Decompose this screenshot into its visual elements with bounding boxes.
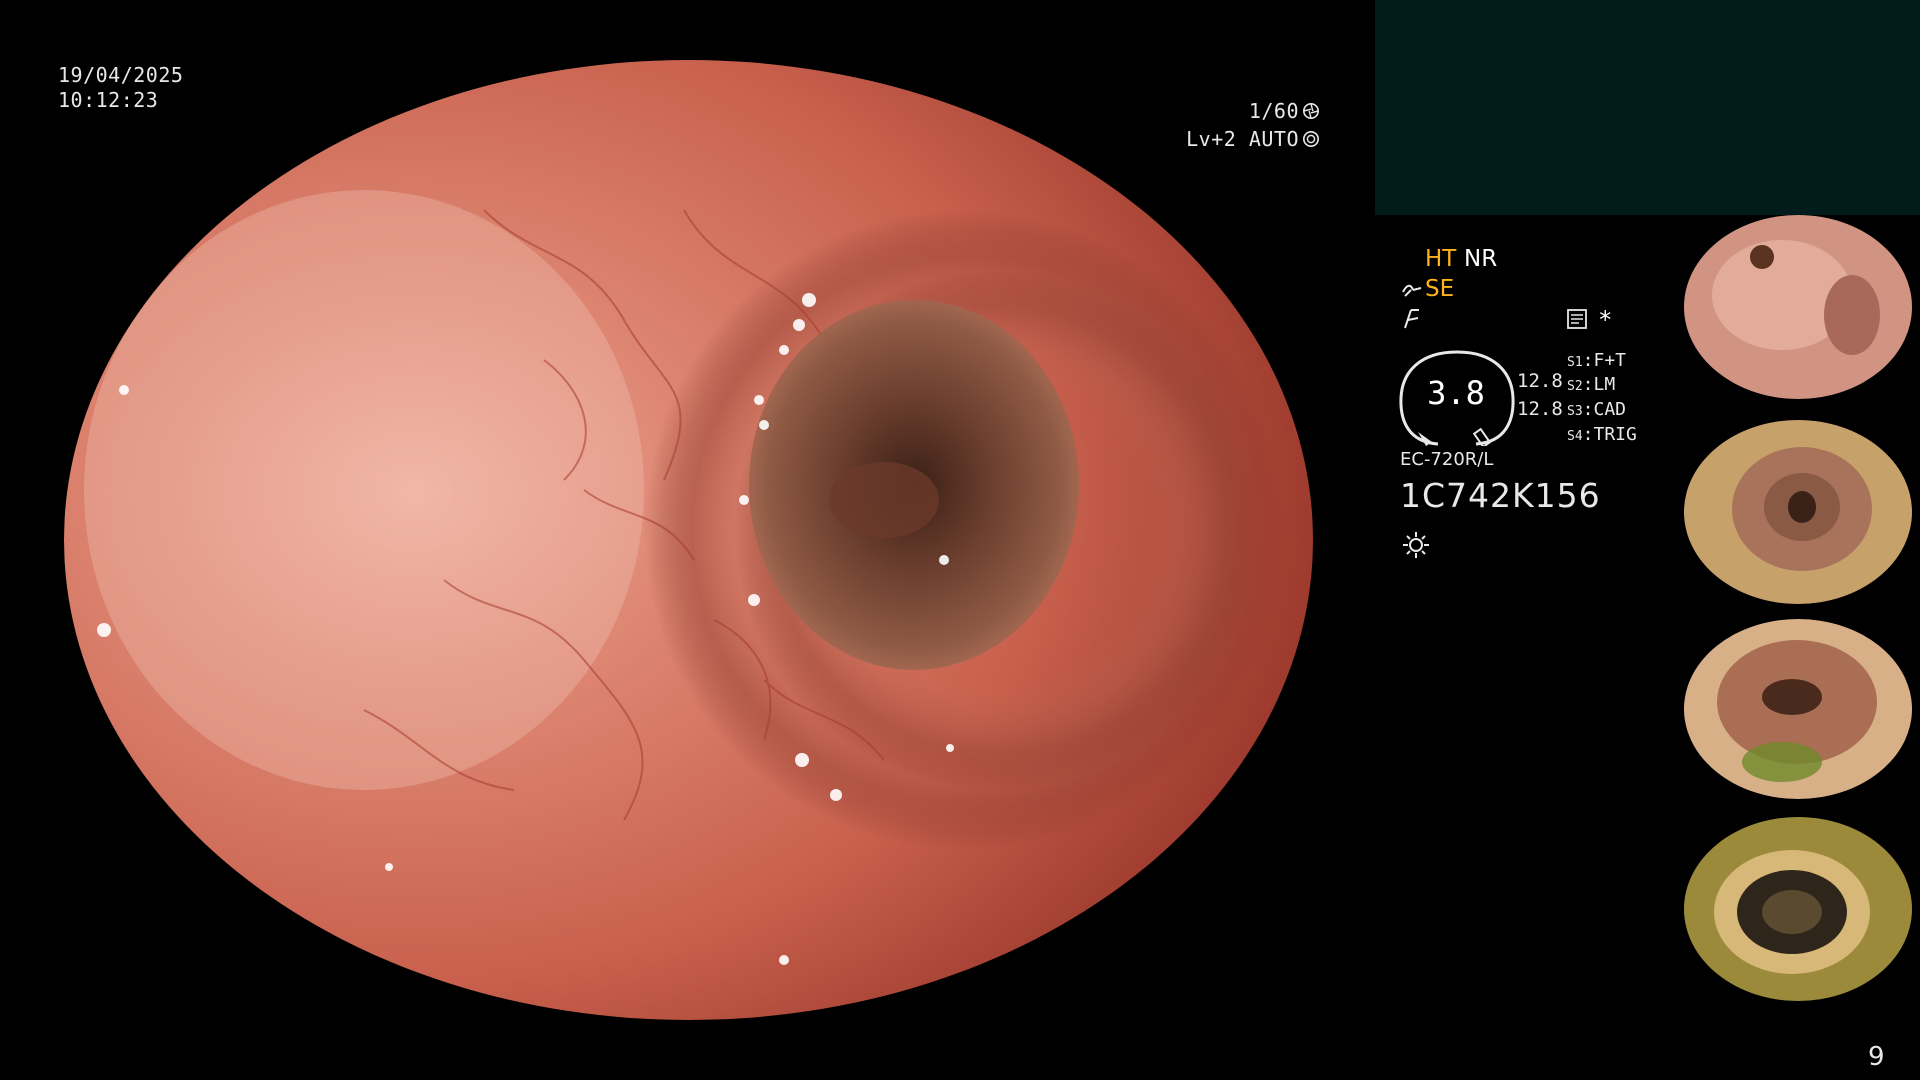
capture-thumbnail-3[interactable]: [1672, 617, 1920, 806]
switch-key: S4: [1567, 429, 1583, 444]
thumbnail-image: [1672, 617, 1920, 806]
switch-4: S4:TRIG: [1567, 424, 1637, 445]
endoscope-main-view: [64, 60, 1313, 1020]
page-number: 9: [1868, 1042, 1885, 1072]
scale-value-2: 12.8: [1517, 398, 1563, 420]
switch-value: F+T: [1593, 350, 1627, 371]
light-icon: [1403, 532, 1429, 558]
capture-thumbnail-1[interactable]: [1672, 215, 1920, 404]
mode-ht: HT: [1425, 246, 1457, 272]
capture-thumbnail-4[interactable]: [1672, 817, 1920, 1006]
thumbnail-image: [1672, 817, 1920, 1006]
thumbnail-image: [1672, 417, 1920, 606]
osd-date: 19/04/2025: [58, 63, 184, 87]
shutter-speed: 1/60: [1248, 99, 1299, 123]
switch-value: TRIG: [1593, 424, 1637, 445]
osd-level: Lv+2 AUTO: [1150, 127, 1320, 152]
brightness-level: Lv+2 AUTO: [1186, 127, 1299, 151]
osd-time: 10:12:23: [58, 88, 159, 112]
scale-value-1: 12.8: [1517, 370, 1563, 392]
switch-value: CAD: [1593, 399, 1627, 420]
mode-nr: NR: [1464, 246, 1498, 272]
iris-icon: [1302, 130, 1320, 148]
capture-thumbnail-2[interactable]: [1672, 417, 1920, 606]
colon-mucosa-image: [64, 60, 1313, 1020]
mode-se: SE: [1425, 276, 1455, 302]
switch-key: S2: [1567, 379, 1583, 394]
switch-value: LM: [1593, 374, 1616, 395]
scope-serial: 1C742K156: [1400, 476, 1601, 515]
gauge-value: 3.8: [1427, 374, 1485, 412]
thumbnail-image: [1672, 215, 1920, 404]
switch-1: S1:F+T: [1567, 350, 1627, 371]
switch-key: S1: [1567, 355, 1583, 370]
asterisk-marker: *: [1598, 306, 1613, 334]
aperture-icon: [1302, 102, 1320, 120]
memo-icon: [1567, 309, 1587, 329]
switch-3: S3:CAD: [1567, 399, 1627, 420]
curve-arrow-icon: [1402, 284, 1422, 297]
osd-datetime: 19/04/2025 10:12:23: [58, 63, 183, 113]
osd-shutter: 1/60: [1150, 99, 1320, 124]
scope-model: EC-720R/L: [1400, 449, 1494, 470]
switch-key: S3: [1567, 404, 1583, 419]
switch-2: S2:LM: [1567, 374, 1616, 395]
filter-icon: [1404, 309, 1419, 329]
info-panel-background: [1375, 0, 1920, 215]
